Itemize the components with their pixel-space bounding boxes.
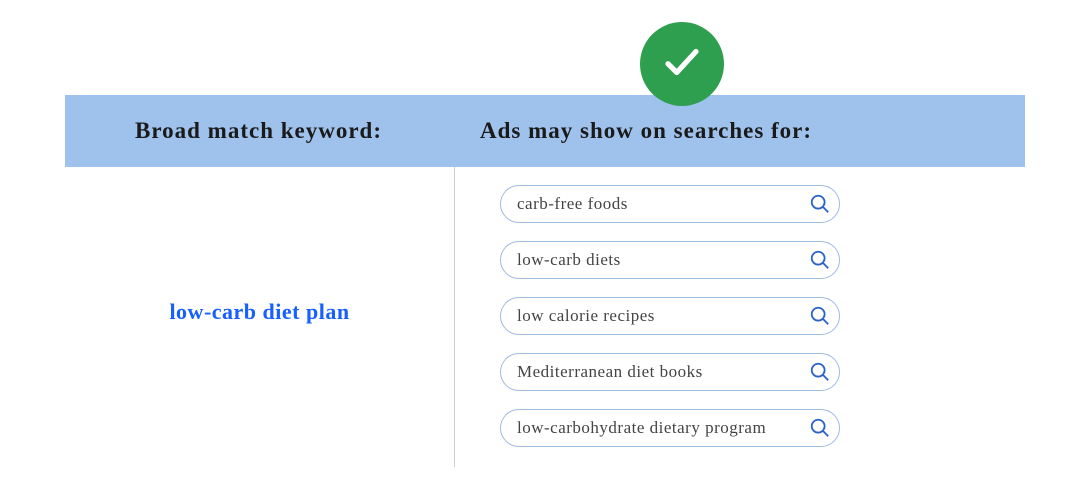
- search-term: low calorie recipes: [517, 306, 809, 326]
- header-searches-label: Ads may show on searches for:: [455, 95, 1025, 167]
- search-term: low-carbohydrate dietary program: [517, 418, 809, 438]
- search-term: carb-free foods: [517, 194, 809, 214]
- search-icon: [809, 417, 831, 439]
- search-icon: [809, 249, 831, 271]
- search-pill: low calorie recipes: [500, 297, 840, 335]
- search-pill: carb-free foods: [500, 185, 840, 223]
- check-badge: [640, 22, 724, 106]
- header-right-text: Ads may show on searches for:: [480, 118, 812, 144]
- search-pill: low-carbohydrate dietary program: [500, 409, 840, 447]
- search-pill: low-carb diets: [500, 241, 840, 279]
- search-pill: Mediterranean diet books: [500, 353, 840, 391]
- keyword-cell: low-carb diet plan: [65, 167, 455, 467]
- diagram-container: Broad match keyword: Ads may show on sea…: [0, 0, 1080, 500]
- search-icon: [809, 361, 831, 383]
- search-term: Mediterranean diet books: [517, 362, 809, 382]
- broad-match-keyword: low-carb diet plan: [169, 299, 349, 325]
- search-icon: [809, 305, 831, 327]
- body-row: low-carb diet plan carb-free foods low-c…: [65, 167, 1025, 467]
- search-term: low-carb diets: [517, 250, 809, 270]
- check-icon: [661, 41, 703, 88]
- header-left-text: Broad match keyword:: [135, 118, 382, 144]
- header-row: Broad match keyword: Ads may show on sea…: [65, 95, 1025, 167]
- header-keyword-label: Broad match keyword:: [65, 95, 455, 167]
- search-icon: [809, 193, 831, 215]
- searches-list: carb-free foods low-carb diets: [455, 167, 1025, 467]
